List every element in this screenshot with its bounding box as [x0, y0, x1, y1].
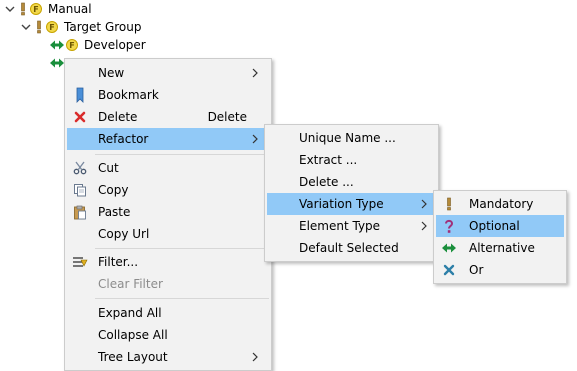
paste-icon [67, 201, 93, 223]
menu-item-label: Expand All [98, 306, 162, 320]
tree-item-label: Target Group [64, 20, 142, 34]
tree-item-manual[interactable]: F Manual [4, 0, 92, 18]
alternative-icon [50, 40, 64, 50]
delete-icon [67, 106, 93, 128]
menu-item-or[interactable]: Or [436, 259, 564, 281]
menu-item-label: Element Type [299, 219, 381, 233]
menu-item-label: Delete [98, 110, 138, 124]
menu-item-label: Extract ... [299, 153, 358, 167]
menu-item-label: Tree Layout [98, 350, 168, 364]
menu-item-label: Copy Url [98, 227, 150, 241]
menu-item-label: Filter... [98, 255, 139, 269]
copy-icon [67, 179, 93, 201]
feature-icon: F [30, 3, 42, 15]
refactor-submenu: Unique Name ... Extract ... Delete ... V… [264, 124, 439, 262]
menu-item-label: Unique Name ... [299, 131, 396, 145]
chevron-right-icon [420, 215, 428, 237]
chevron-down-icon[interactable] [20, 21, 32, 33]
menu-separator [95, 298, 269, 299]
chevron-right-icon [251, 128, 259, 150]
menu-item-copy[interactable]: Copy [67, 179, 269, 201]
menu-item-mandatory[interactable]: Mandatory [436, 193, 564, 215]
mandatory-icon [436, 193, 462, 215]
menu-item-label: Cut [98, 161, 119, 175]
menu-item-label: Mandatory [469, 197, 534, 211]
tree-item-developer[interactable]: F Developer [50, 36, 146, 54]
menu-item-element-type[interactable]: Element Type [267, 215, 436, 237]
menu-separator [95, 154, 269, 155]
alternative-icon [50, 58, 64, 68]
menu-item-refactor[interactable]: Refactor [67, 128, 269, 150]
mandatory-icon [36, 20, 42, 34]
menu-separator [95, 248, 269, 249]
menu-item-label: Delete ... [299, 175, 354, 189]
menu-item-optional[interactable]: Optional [436, 215, 564, 237]
chevron-down-icon[interactable] [4, 3, 16, 15]
menu-item-label: New [98, 66, 125, 80]
feature-icon: F [46, 21, 58, 33]
feature-icon: F [66, 39, 78, 51]
menu-item-copy-url[interactable]: Copy Url [67, 223, 269, 245]
menu-item-label: Alternative [469, 241, 535, 255]
alternative-icon [436, 237, 462, 259]
menu-item-filter[interactable]: Filter... [67, 251, 269, 273]
menu-item-refactor-delete[interactable]: Delete ... [267, 171, 436, 193]
tree-item-label: Manual [48, 2, 92, 16]
menu-item-label: Default Selected [299, 241, 399, 255]
variation-type-submenu: Mandatory Optional Alternative Or [433, 190, 567, 284]
menu-item-bookmark[interactable]: Bookmark [67, 84, 269, 106]
menu-item-alternative[interactable]: Alternative [436, 237, 564, 259]
chevron-right-icon [420, 193, 428, 215]
menu-item-paste[interactable]: Paste [67, 201, 269, 223]
or-icon [436, 259, 462, 281]
menu-item-variation-type[interactable]: Variation Type [267, 193, 436, 215]
filter-icon [67, 251, 93, 273]
menu-item-label: Refactor [98, 132, 149, 146]
menu-item-label: Variation Type [299, 197, 384, 211]
menu-item-delete[interactable]: Delete Delete [67, 106, 269, 128]
menu-item-label: Bookmark [98, 88, 159, 102]
menu-item-unique-name[interactable]: Unique Name ... [267, 127, 436, 149]
menu-item-new[interactable]: New [67, 62, 269, 84]
chevron-right-icon [251, 346, 259, 368]
tree-item-label: Developer [84, 38, 146, 52]
chevron-right-icon [251, 62, 259, 84]
optional-icon [436, 215, 462, 237]
menu-item-label: Paste [98, 205, 131, 219]
bookmark-icon [67, 84, 93, 106]
menu-item-default-selected[interactable]: Default Selected [267, 237, 436, 259]
menu-item-label: Clear Filter [98, 277, 163, 291]
context-menu: New Bookmark Delete Delete Refactor Cut … [64, 58, 272, 371]
menu-item-tree-layout[interactable]: Tree Layout [67, 346, 269, 368]
menu-item-label: Collapse All [98, 328, 168, 342]
menu-item-extract[interactable]: Extract ... [267, 149, 436, 171]
feature-model-editor: F Manual F Target Group F Developer New [0, 0, 577, 371]
mandatory-icon [20, 2, 26, 16]
menu-item-collapse-all[interactable]: Collapse All [67, 324, 269, 346]
menu-item-expand-all[interactable]: Expand All [67, 302, 269, 324]
menu-item-clear-filter[interactable]: Clear Filter [67, 273, 269, 295]
scissors-icon [67, 157, 93, 179]
menu-item-cut[interactable]: Cut [67, 157, 269, 179]
menu-item-label: Copy [98, 183, 129, 197]
menu-item-label: Or [469, 263, 484, 277]
menu-item-label: Optional [469, 219, 520, 233]
tree-item-target-group[interactable]: F Target Group [20, 18, 141, 36]
menu-item-accelerator: Delete [207, 110, 247, 124]
